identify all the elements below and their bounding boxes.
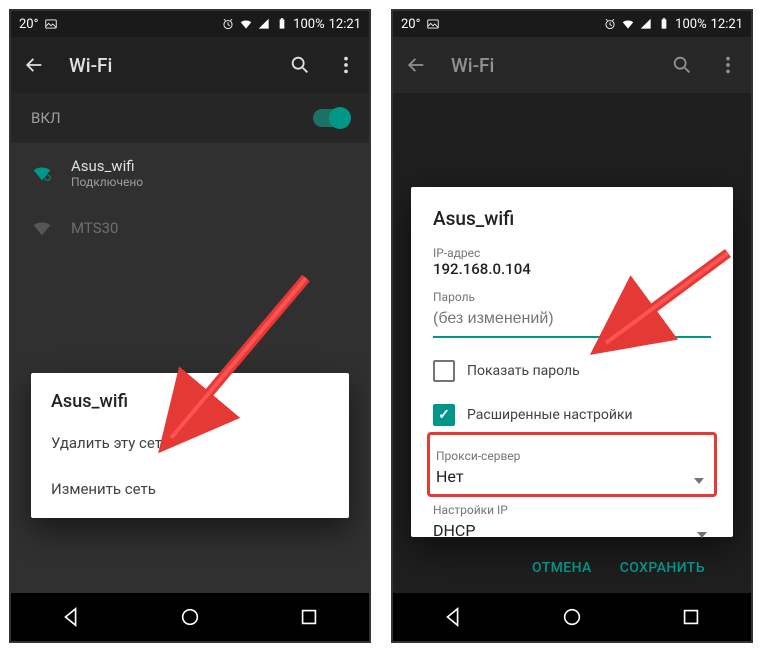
- password-label: Пароль: [433, 290, 711, 304]
- search-icon[interactable]: [671, 54, 693, 76]
- battery-icon: [657, 17, 671, 31]
- nav-home-icon[interactable]: [561, 606, 583, 628]
- network-context-menu: Asus_wifi Удалить эту сеть Изменить сеть: [31, 373, 349, 518]
- chevron-down-icon: [697, 532, 707, 538]
- status-bar: 20° 100% 12:21: [393, 11, 751, 37]
- content-area: Asus_wifi Подключено MTS30 Asus_wifi Уда…: [11, 143, 369, 593]
- clock: 12:21: [329, 17, 361, 32]
- battery-percent: 100%: [293, 17, 324, 32]
- image-icon: [426, 17, 440, 31]
- wifi-network-item[interactable]: Asus_wifi Подключено: [11, 143, 369, 203]
- nav-home-icon[interactable]: [179, 606, 201, 628]
- wifi-signal-icon: [31, 217, 53, 239]
- nav-recent-icon[interactable]: [298, 606, 320, 628]
- advanced-row[interactable]: Расширенные настройки: [433, 404, 711, 426]
- alarm-icon: [221, 17, 235, 31]
- ip-settings-dropdown[interactable]: Настройки IP DHCP: [433, 503, 711, 546]
- clock: 12:21: [711, 17, 743, 32]
- app-bar: Wi-Fi: [11, 37, 369, 93]
- status-bar: 20° 100% 12:21: [11, 11, 369, 37]
- wifi-icon: [621, 17, 635, 31]
- back-icon[interactable]: [405, 54, 427, 76]
- temperature: 20°: [401, 17, 420, 32]
- proxy-dropdown[interactable]: Прокси-сервер Нет: [436, 449, 708, 492]
- advanced-checkbox[interactable]: [433, 404, 455, 426]
- proxy-value: Нет: [436, 463, 708, 492]
- ip-settings-value: DHCP: [433, 517, 711, 546]
- network-status: Подключено: [71, 175, 143, 189]
- image-icon: [44, 17, 58, 31]
- wifi-toggle-row[interactable]: ВКЛ: [11, 93, 369, 143]
- signal-icon: [639, 17, 653, 31]
- show-password-label: Показать пароль: [467, 363, 580, 379]
- alarm-icon: [603, 17, 617, 31]
- page-title: Wi-Fi: [69, 54, 265, 77]
- save-button[interactable]: СОХРАНИТЬ: [620, 560, 705, 576]
- wifi-network-item[interactable]: MTS30: [11, 203, 369, 253]
- menu-item-forget[interactable]: Удалить эту сеть: [51, 420, 329, 466]
- overflow-menu-icon[interactable]: [717, 54, 739, 76]
- proxy-highlight-box: Прокси-сервер Нет: [427, 432, 717, 497]
- dialog-title: Asus_wifi: [433, 207, 711, 230]
- advanced-label: Расширенные настройки: [467, 407, 633, 423]
- network-name: Asus_wifi: [71, 157, 143, 175]
- show-password-row[interactable]: Показать пароль: [433, 360, 711, 382]
- battery-icon: [275, 17, 289, 31]
- edit-network-dialog: Asus_wifi IP-адрес 192.168.0.104 Пароль …: [411, 187, 733, 537]
- signal-icon: [257, 17, 271, 31]
- wifi-signal-icon: [31, 162, 53, 184]
- temperature: 20°: [19, 17, 38, 32]
- dialog-actions: ОТМЕНА СОХРАНИТЬ: [433, 546, 711, 586]
- ip-value: 192.168.0.104: [433, 260, 711, 278]
- password-input[interactable]: [433, 304, 711, 338]
- wifi-icon: [239, 17, 253, 31]
- nav-bar: [11, 593, 369, 641]
- search-icon[interactable]: [289, 54, 311, 76]
- proxy-label: Прокси-сервер: [436, 449, 708, 463]
- back-icon[interactable]: [23, 54, 45, 76]
- menu-item-modify[interactable]: Изменить сеть: [51, 466, 329, 512]
- context-title: Asus_wifi: [51, 391, 329, 412]
- chevron-down-icon: [694, 478, 704, 484]
- battery-percent: 100%: [675, 17, 706, 32]
- toggle-label: ВКЛ: [31, 109, 61, 127]
- show-password-checkbox[interactable]: [433, 360, 455, 382]
- phone-left: 20° 100% 12:21 Wi-Fi ВКЛ Asus_wifi Подкл…: [9, 9, 371, 643]
- ip-settings-label: Настройки IP: [433, 503, 711, 517]
- phone-right: 20° 100% 12:21 Wi-Fi Asus_wifi IP-адрес …: [391, 9, 753, 643]
- app-bar: Wi-Fi: [393, 37, 751, 93]
- nav-recent-icon[interactable]: [680, 606, 702, 628]
- nav-back-icon[interactable]: [442, 606, 464, 628]
- page-title: Wi-Fi: [451, 54, 647, 77]
- content-area: Asus_wifi IP-адрес 192.168.0.104 Пароль …: [393, 93, 751, 593]
- nav-bar: [393, 593, 751, 641]
- network-name: MTS30: [71, 219, 118, 237]
- cancel-button[interactable]: ОТМЕНА: [532, 560, 592, 576]
- wifi-switch[interactable]: [313, 109, 349, 127]
- overflow-menu-icon[interactable]: [335, 54, 357, 76]
- nav-back-icon[interactable]: [60, 606, 82, 628]
- ip-label: IP-адрес: [433, 246, 711, 260]
